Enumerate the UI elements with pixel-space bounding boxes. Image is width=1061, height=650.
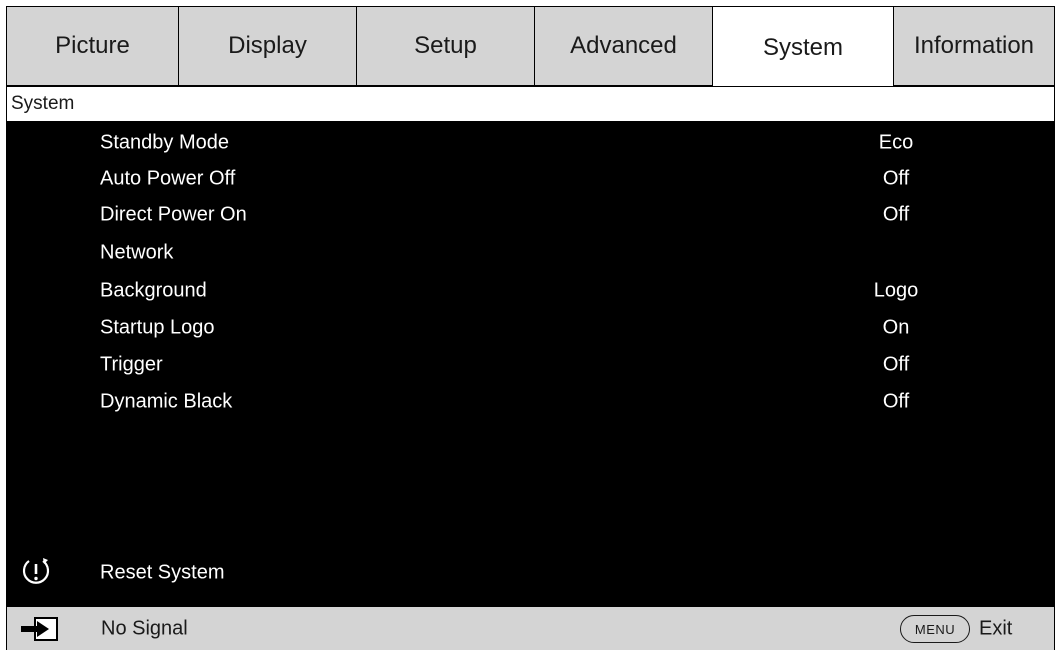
signal-status: No Signal bbox=[101, 617, 188, 639]
menu-item-standby-mode[interactable]: Standby Mode Eco bbox=[6, 125, 1055, 161]
menu-item-label: Trigger bbox=[100, 353, 163, 376]
tab-bar: Picture Display Setup Advanced System In… bbox=[6, 6, 1055, 88]
menu-item-value: Off bbox=[882, 353, 910, 376]
menu-item-auto-power-off[interactable]: Auto Power Off Off bbox=[6, 161, 1055, 197]
status-bar: No Signal MENU Exit bbox=[6, 607, 1055, 650]
tab-picture[interactable]: Picture bbox=[7, 7, 179, 85]
menu-item-direct-power-on[interactable]: Direct Power On Off bbox=[6, 197, 1055, 233]
menu-item-value: Eco bbox=[878, 131, 914, 154]
menu-item-value: Off bbox=[882, 203, 910, 226]
menu-item-label: Network bbox=[100, 241, 174, 264]
menu-key-badge: MENU bbox=[900, 615, 970, 643]
tab-information[interactable]: Information bbox=[894, 7, 1054, 85]
menu-item-label: Dynamic Black bbox=[100, 390, 233, 413]
osd-screen: Picture Display Setup Advanced System In… bbox=[0, 0, 1061, 650]
tab-advanced[interactable]: Advanced bbox=[535, 7, 713, 85]
section-title: System bbox=[6, 86, 1055, 121]
menu-item-label: Direct Power On bbox=[100, 203, 247, 226]
exit-label: Exit bbox=[979, 617, 1013, 639]
menu-item-value: On bbox=[882, 316, 910, 339]
reset-system-label: Reset System bbox=[100, 561, 225, 584]
menu-item-network[interactable]: Network bbox=[6, 235, 1055, 271]
menu-item-dynamic-black[interactable]: Dynamic Black Off bbox=[6, 384, 1055, 420]
menu-item-label: Auto Power Off bbox=[100, 167, 236, 190]
menu-item-value: Off bbox=[882, 390, 910, 413]
menu-item-value: Logo bbox=[873, 279, 919, 302]
menu-panel: Standby Mode Eco Auto Power Off Off Dire… bbox=[6, 121, 1055, 607]
menu-item-label: Standby Mode bbox=[100, 131, 229, 154]
reset-power-icon bbox=[22, 558, 50, 584]
tab-system[interactable]: System bbox=[713, 7, 894, 88]
input-source-icon bbox=[21, 617, 58, 641]
menu-item-label: Background bbox=[100, 279, 207, 302]
menu-item-background[interactable]: Background Logo bbox=[6, 273, 1055, 309]
tab-setup[interactable]: Setup bbox=[357, 7, 535, 85]
tab-display[interactable]: Display bbox=[179, 7, 357, 85]
menu-item-label: Startup Logo bbox=[100, 316, 215, 339]
reset-system-item[interactable]: Reset System bbox=[6, 553, 1055, 593]
menu-item-trigger[interactable]: Trigger Off bbox=[6, 347, 1055, 383]
menu-item-value: Off bbox=[882, 167, 910, 190]
menu-item-startup-logo[interactable]: Startup Logo On bbox=[6, 310, 1055, 346]
